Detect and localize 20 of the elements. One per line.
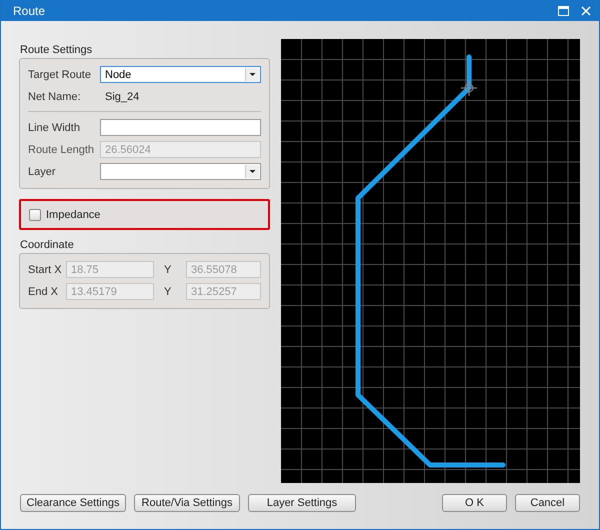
field-label: Y <box>163 286 172 298</box>
settings-button[interactable]: Route/Via Settings <box>134 494 240 512</box>
field-label: Layer <box>28 166 57 178</box>
group-title: Route Settings <box>20 44 94 57</box>
net-name-value: Sig_24 <box>104 90 140 102</box>
field-label: Y <box>163 264 172 276</box>
field-label: Net Name: <box>28 90 82 102</box>
dropdown-field[interactable]: Node <box>100 66 261 83</box>
field-label: Target Route <box>28 68 92 80</box>
field-label: Start X <box>28 264 63 276</box>
window-title: Route <box>13 4 46 18</box>
field-label: End X <box>28 286 59 298</box>
field-label: Line Width <box>28 122 81 134</box>
settings-button[interactable]: Clearance Settings <box>20 494 126 512</box>
field-label: Route Length <box>28 144 96 156</box>
settings-button[interactable]: Layer Settings <box>248 494 356 512</box>
ok-button[interactable]: O K <box>442 494 507 512</box>
cancel-button[interactable]: Cancel <box>515 494 580 512</box>
group-title: Coordinate <box>20 239 75 252</box>
checkbox-label[interactable]: Impedance <box>46 208 100 220</box>
